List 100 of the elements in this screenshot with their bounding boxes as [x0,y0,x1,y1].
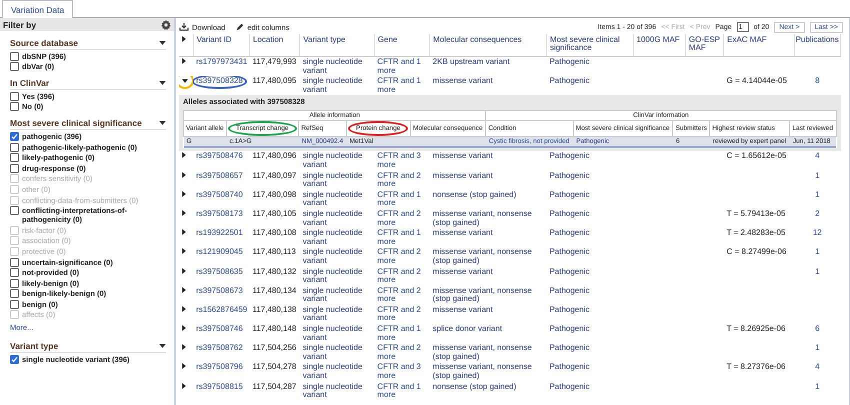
publications-link[interactable]: 6 [815,324,820,334]
column-header[interactable]: GO-ESP MAF [685,34,724,56]
variant-id-link[interactable]: rs397508635 [196,266,243,276]
checkbox[interactable] [10,278,19,288]
expand-all-icon[interactable] [182,36,186,42]
publications-link[interactable]: 1 [815,266,820,276]
variant-id-link[interactable]: rs193922501 [196,228,243,238]
publications-link[interactable]: 1 [815,247,820,256]
variant-id-link[interactable]: rs397508673 [196,286,243,295]
column-header[interactable]: Most severe clinical significance [546,34,634,56]
expand-icon[interactable] [182,58,186,64]
checkbox[interactable] [10,258,19,266]
expand-icon[interactable] [182,325,186,332]
variant-id-link[interactable]: rs1562876459 [196,304,248,314]
variant-id-link[interactable]: rs397508740 [196,190,243,199]
variant-id-link[interactable]: rs397508762 [196,343,243,352]
column-header[interactable]: Variant ID [193,34,250,56]
gene-link[interactable]: CFTR and 3 more [377,152,427,170]
checkbox[interactable] [10,354,19,364]
variant-id-link[interactable]: rs397508476 [196,151,243,160]
publications-link[interactable]: 1 [815,190,820,199]
checkbox[interactable] [10,164,19,173]
gene-link[interactable]: CFTR and 1 more [377,190,427,208]
expand-icon[interactable] [182,210,186,216]
table-cell-text: Pathogenic [548,304,590,316]
checkbox[interactable] [10,132,19,141]
gene-link[interactable]: CFTR and 2 more [377,210,427,228]
expand-icon[interactable] [182,172,186,178]
publications-link[interactable]: 2 [815,208,820,218]
publications-link[interactable]: 12 [812,228,822,238]
column-header[interactable]: 1000G MAF [633,34,686,56]
gene-link[interactable]: CFTR and 1 more [377,382,427,400]
checkbox[interactable] [10,62,19,72]
table-cell-text: Pathogenic [548,324,590,336]
variant-id-link[interactable]: rs1797973431 [196,57,248,66]
tab[interactable]: Variation Data [2,0,74,18]
checkbox[interactable] [10,153,19,162]
column-header[interactable]: Molecular consequences [430,34,546,56]
gene-link[interactable]: CFTR and 2 more [377,172,427,189]
gene-link[interactable]: CFTR and 2 more [377,286,427,304]
table-cell-text: splice donor variant [432,324,504,336]
gene-link[interactable]: CFTR and 2 more [377,344,427,362]
column-header[interactable]: Variant type [300,34,374,56]
expand-icon[interactable] [182,363,186,370]
variant-id-link[interactable]: rs121909045 [196,247,243,256]
gene-link[interactable]: CFTR and 2 more [377,306,427,324]
expand-icon[interactable] [182,306,186,312]
checkbox[interactable] [10,268,19,278]
variant-id-link[interactable]: rs397508796 [196,362,243,372]
collapse-icon[interactable] [182,79,188,84]
section-title: In ClinVar [10,78,50,88]
gene-link[interactable]: CFTR and 2 more [377,248,427,266]
expand-icon[interactable] [182,152,186,158]
column-header[interactable]: Location [249,34,300,56]
expand-icon[interactable] [182,268,186,274]
checkbox[interactable] [10,289,19,298]
caret-icon[interactable] [159,344,166,348]
table-cell-text: 117,504,287 [251,382,298,393]
table-cell: T = 2.48283e-05 [726,228,786,238]
variant-id-link[interactable]: rs397508815 [196,382,243,391]
publications-link[interactable]: 1 [815,382,820,391]
column-header[interactable]: Gene [374,34,430,56]
variant-id-link[interactable]: rs397508173 [196,208,243,218]
caret-icon[interactable] [159,81,166,86]
publications-link[interactable]: 4 [815,151,820,160]
column-header[interactable]: Publications [794,34,840,56]
gene-link[interactable]: CFTR and 3 more [377,363,427,381]
table-cell-text: 117,480,097 [251,170,298,182]
section-title: Source database [10,38,78,48]
expand-icon[interactable] [182,229,186,236]
publications-link[interactable]: 1 [815,343,820,352]
table-cell: missense variant [430,76,546,96]
gene-link[interactable]: CFTR and 1 more [377,77,427,94]
gene-link[interactable]: CFTR and 2 more [377,268,427,285]
variant-id-link[interactable]: rs397508328 [196,76,243,86]
variant-id-link[interactable]: rs397508746 [196,324,243,334]
expand-icon[interactable] [182,382,186,389]
variant-id-link[interactable]: rs397508657 [196,170,243,180]
table-cell-text: 117,480,138 [251,304,298,316]
expand-icon[interactable] [182,190,186,197]
settings-icon[interactable] [161,20,171,30]
caret-icon[interactable] [159,41,166,45]
caret-icon[interactable] [159,121,166,126]
checkbox[interactable] [10,142,19,152]
table-cell: 117,480,095 [249,76,300,96]
expand-icon[interactable] [182,286,186,293]
expand-icon[interactable] [182,344,186,350]
gene-link[interactable]: CFTR and 1 more [377,58,427,76]
checkbox[interactable] [10,300,19,309]
column-header[interactable]: ExAC MAF [724,34,794,56]
checkbox[interactable] [10,92,19,101]
publications-link[interactable]: 8 [815,76,820,86]
checkbox[interactable] [10,206,19,216]
publications-link[interactable]: 1 [815,170,820,180]
expand-icon[interactable] [182,248,186,254]
publications-link[interactable]: 4 [815,362,820,372]
gene-link[interactable]: CFTR and 1 more [377,325,427,342]
gene-link[interactable]: CFTR and 1 more [377,229,427,246]
checkbox[interactable] [10,52,19,61]
checkbox[interactable] [10,102,19,112]
